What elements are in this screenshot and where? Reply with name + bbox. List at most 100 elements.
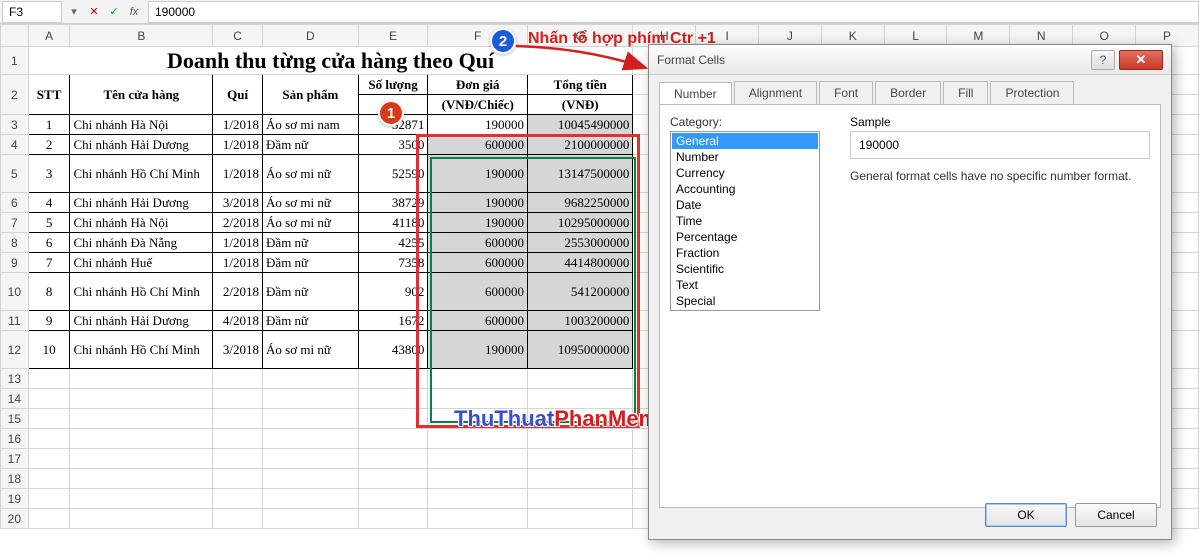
row-header[interactable]: 18 — [1, 469, 29, 489]
cell-tt[interactable]: 13147500000 — [527, 155, 632, 193]
cell-sl[interactable]: 4255 — [358, 233, 428, 253]
row-header[interactable]: 9 — [1, 253, 29, 273]
cell-stt[interactable]: 4 — [28, 193, 70, 213]
cell-ten[interactable]: Chi nhánh Hà Nội — [70, 213, 213, 233]
cell-qui[interactable]: 1/2018 — [213, 155, 263, 193]
cell-stt[interactable]: 10 — [28, 331, 70, 369]
cell-sl[interactable]: 902 — [358, 273, 428, 311]
cell-stt[interactable]: 8 — [28, 273, 70, 311]
row-header[interactable]: 4 — [1, 135, 29, 155]
cell-dg[interactable]: 600000 — [428, 273, 528, 311]
cell-dg[interactable]: 190000 — [428, 155, 528, 193]
cell-sp[interactable]: Đầm nữ — [263, 273, 359, 311]
dialog-close-button[interactable]: ✕ — [1119, 50, 1163, 70]
name-box-dropdown-icon[interactable]: ▾ — [64, 2, 84, 22]
category-item[interactable]: Text — [672, 277, 818, 293]
cell-ten[interactable]: Chi nhánh Đà Nẵng — [70, 233, 213, 253]
cell-sl[interactable]: 38729 — [358, 193, 428, 213]
row-header[interactable]: 19 — [1, 489, 29, 509]
cell-qui[interactable]: 1/2018 — [213, 233, 263, 253]
cell-qui[interactable]: 2/2018 — [213, 273, 263, 311]
cell-qui[interactable]: 3/2018 — [213, 331, 263, 369]
cell-dg[interactable]: 190000 — [428, 331, 528, 369]
col-header[interactable]: C — [213, 25, 263, 47]
category-item[interactable]: Fraction — [672, 245, 818, 261]
cell-qui[interactable]: 1/2018 — [213, 135, 263, 155]
category-item[interactable]: Currency — [672, 165, 818, 181]
row-header[interactable]: 8 — [1, 233, 29, 253]
cell-sp[interactable]: Áo sơ mi nữ — [263, 155, 359, 193]
row-header[interactable]: 2 — [1, 75, 29, 115]
ok-button[interactable]: OK — [985, 503, 1067, 527]
formula-input[interactable] — [148, 1, 1199, 23]
col-header[interactable]: A — [28, 25, 70, 47]
cell-sp[interactable]: Áo sơ mi nữ — [263, 193, 359, 213]
category-item[interactable]: General — [672, 133, 818, 149]
cell-qui[interactable]: 4/2018 — [213, 311, 263, 331]
cell-dg[interactable]: 190000 — [428, 213, 528, 233]
cell-sl[interactable]: 52590 — [358, 155, 428, 193]
name-box[interactable] — [2, 1, 62, 23]
col-header[interactable]: D — [263, 25, 359, 47]
cell-tt[interactable]: 2100000000 — [527, 135, 632, 155]
cell-sp[interactable]: Áo sơ mi nữ — [263, 331, 359, 369]
cell-sl[interactable]: 3500 — [358, 135, 428, 155]
category-item[interactable]: Percentage — [672, 229, 818, 245]
row-header[interactable]: 1 — [1, 47, 29, 75]
cell-stt[interactable]: 5 — [28, 213, 70, 233]
cell-sl[interactable]: 1672 — [358, 311, 428, 331]
cell-ten[interactable]: Chi nhánh Hồ Chí Minh — [70, 155, 213, 193]
row-header[interactable]: 15 — [1, 409, 29, 429]
category-item[interactable]: Custom — [672, 309, 818, 311]
cell-tt[interactable]: 4414800000 — [527, 253, 632, 273]
row-header[interactable]: 14 — [1, 389, 29, 409]
cell-dg[interactable]: 600000 — [428, 311, 528, 331]
tab-border[interactable]: Border — [875, 81, 941, 104]
cell-sl[interactable]: 7358 — [358, 253, 428, 273]
fx-icon[interactable]: fx — [124, 2, 144, 22]
cell-ten[interactable]: Chi nhánh Huế — [70, 253, 213, 273]
cell-stt[interactable]: 7 — [28, 253, 70, 273]
row-header[interactable]: 5 — [1, 155, 29, 193]
cell-ten[interactable]: Chi nhánh Hải Dương — [70, 135, 213, 155]
cancel-button[interactable]: Cancel — [1075, 503, 1157, 527]
row-header[interactable]: 6 — [1, 193, 29, 213]
col-header[interactable]: E — [358, 25, 428, 47]
cell-dg[interactable]: 600000 — [428, 233, 528, 253]
cell-sp[interactable]: Đầm nữ — [263, 311, 359, 331]
cell-qui[interactable]: 2/2018 — [213, 213, 263, 233]
category-item[interactable]: Scientific — [672, 261, 818, 277]
col-header[interactable]: B — [70, 25, 213, 47]
cell-sp[interactable]: Áo sơ mi nữ — [263, 213, 359, 233]
cell-sp[interactable]: Đầm nữ — [263, 135, 359, 155]
cell-ten[interactable]: Chi nhánh Hồ Chí Minh — [70, 331, 213, 369]
row-header[interactable]: 16 — [1, 429, 29, 449]
cell-ten[interactable]: Chi nhánh Hải Dương — [70, 193, 213, 213]
cell-tt[interactable]: 10950000000 — [527, 331, 632, 369]
tab-font[interactable]: Font — [819, 81, 873, 104]
category-item[interactable]: Special — [672, 293, 818, 309]
tab-protection[interactable]: Protection — [990, 81, 1074, 104]
cell-stt[interactable]: 2 — [28, 135, 70, 155]
tab-alignment[interactable]: Alignment — [734, 81, 817, 104]
cell-stt[interactable]: 3 — [28, 155, 70, 193]
row-header[interactable]: 17 — [1, 449, 29, 469]
cell-stt[interactable]: 1 — [28, 115, 70, 135]
cell-dg[interactable]: 190000 — [428, 115, 528, 135]
cell-sp[interactable]: Áo sơ mi nam — [263, 115, 359, 135]
cell-sl[interactable]: 41180 — [358, 213, 428, 233]
dialog-titlebar[interactable]: Format Cells ? ✕ — [649, 45, 1171, 75]
cell-ten[interactable]: Chi nhánh Hồ Chí Minh — [70, 273, 213, 311]
category-item[interactable]: Number — [672, 149, 818, 165]
select-all-corner[interactable] — [1, 25, 29, 47]
cell-tt[interactable]: 10045490000 — [527, 115, 632, 135]
dialog-help-button[interactable]: ? — [1091, 50, 1115, 70]
tab-number[interactable]: Number — [659, 82, 732, 105]
category-list[interactable]: GeneralNumberCurrencyAccountingDateTimeP… — [670, 131, 820, 311]
cell-dg[interactable]: 600000 — [428, 253, 528, 273]
row-header[interactable]: 11 — [1, 311, 29, 331]
row-header[interactable]: 20 — [1, 509, 29, 529]
cell-qui[interactable]: 1/2018 — [213, 115, 263, 135]
cancel-formula-icon[interactable]: ✕ — [84, 2, 104, 22]
cell-stt[interactable]: 9 — [28, 311, 70, 331]
